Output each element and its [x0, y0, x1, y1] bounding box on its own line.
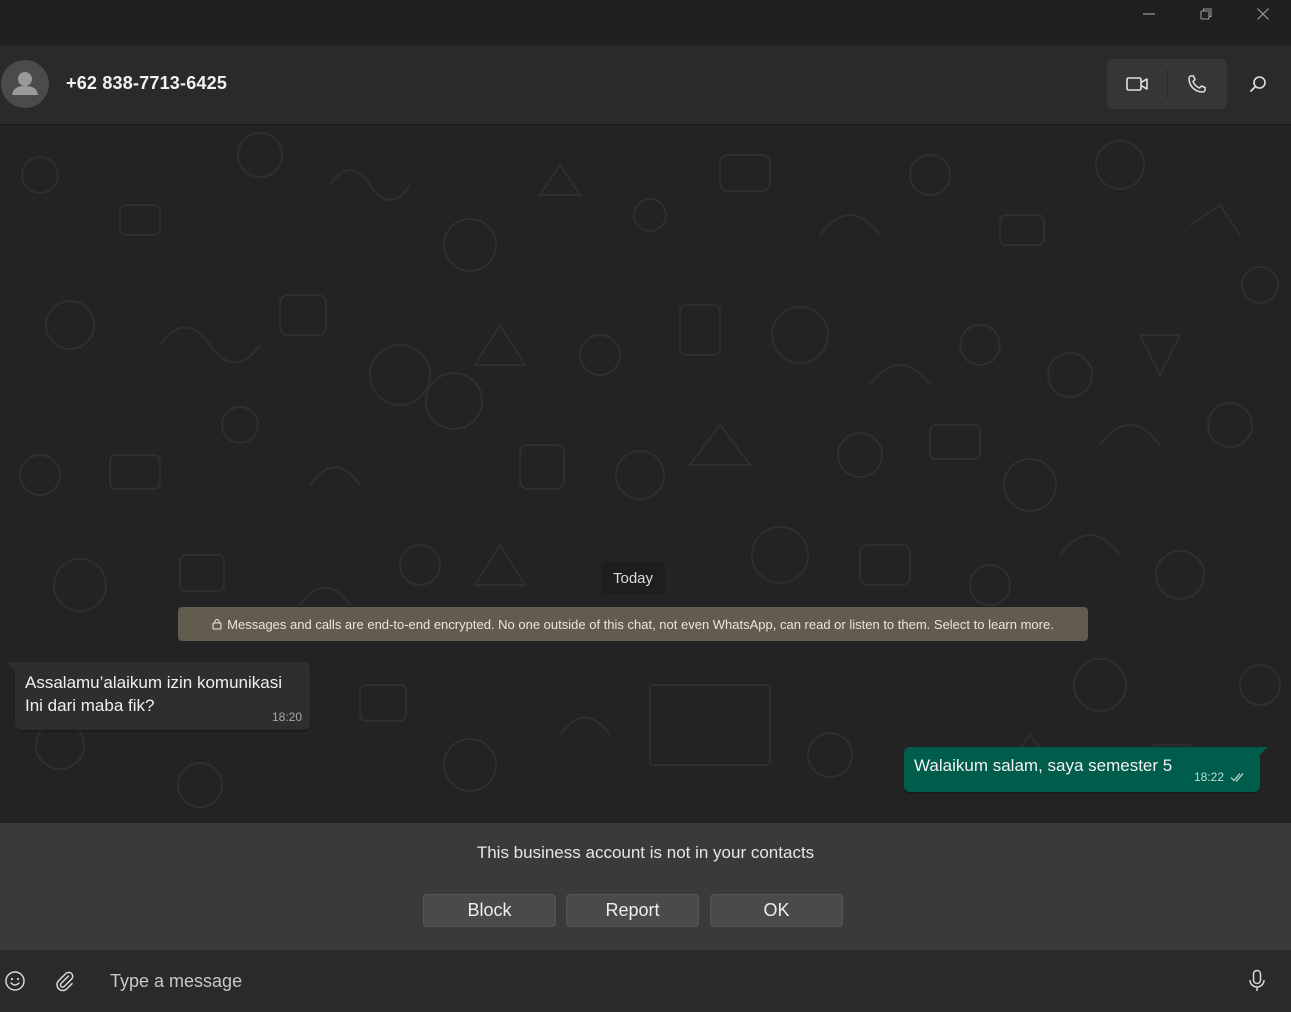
business-notice-text: This business account is not in your con…: [476, 843, 815, 862]
incoming-message[interactable]: Assalamu’alaikum izin komunikasi Ini dar…: [7, 662, 310, 730]
close-icon: [1256, 8, 1269, 20]
bubble-tail: [1258, 747, 1268, 757]
encryption-notice-text: Messages and calls are end-to-end encryp…: [227, 616, 1054, 632]
block-button[interactable]: Block: [423, 894, 556, 927]
message-input[interactable]: Type a message: [110, 971, 1210, 993]
date-separator: Today: [601, 562, 665, 594]
emoji-button[interactable]: [0, 965, 30, 997]
message-time: 18:20: [271, 710, 302, 724]
message-text: Assalamu’alaikum izin komunikasi Ini dar…: [25, 673, 282, 715]
bubble-tail: [7, 662, 17, 672]
video-call-button[interactable]: [1107, 59, 1167, 109]
message-meta: 18:22: [1194, 770, 1246, 784]
restore-button[interactable]: [1177, 0, 1234, 28]
voice-call-button[interactable]: [1167, 59, 1227, 109]
default-avatar-icon: [12, 72, 38, 95]
call-button-group: [1107, 59, 1227, 109]
minimize-button[interactable]: [1120, 0, 1177, 28]
microphone-icon: [1249, 969, 1265, 991]
ok-button[interactable]: OK: [710, 894, 843, 927]
contact-name[interactable]: +62 838-7713-6425: [66, 73, 227, 94]
search-icon: [1250, 76, 1266, 92]
title-bar: [0, 0, 1291, 45]
outgoing-message[interactable]: Walaikum salam, saya semester 5 18:22: [904, 747, 1268, 792]
emoji-icon: [5, 971, 25, 991]
report-button[interactable]: Report: [566, 894, 699, 927]
restore-icon: [1199, 8, 1212, 20]
close-window-button[interactable]: [1234, 0, 1291, 28]
search-button[interactable]: [1236, 59, 1280, 109]
attach-button[interactable]: [50, 965, 80, 997]
lock-icon: [212, 618, 222, 630]
whatsapp-window: +62 838-7713-6425 Today Messages and cal…: [0, 0, 1291, 1012]
encryption-notice[interactable]: Messages and calls are end-to-end encryp…: [178, 607, 1088, 641]
double-check-icon: [1230, 773, 1244, 782]
paperclip-icon: [56, 971, 74, 992]
chat-header: +62 838-7713-6425: [0, 45, 1291, 125]
message-time: 18:22: [1193, 770, 1224, 784]
message-composer: Type a message: [0, 951, 1291, 1012]
chat-area[interactable]: Today Messages and calls are end-to-end …: [0, 125, 1291, 823]
minimize-icon: [1142, 13, 1155, 15]
voice-message-button[interactable]: [1242, 965, 1272, 997]
avatar[interactable]: [1, 60, 49, 108]
voice-call-icon: [1188, 75, 1206, 93]
video-call-icon: [1125, 77, 1148, 91]
business-account-notice: This business account is not in your con…: [0, 823, 1291, 951]
